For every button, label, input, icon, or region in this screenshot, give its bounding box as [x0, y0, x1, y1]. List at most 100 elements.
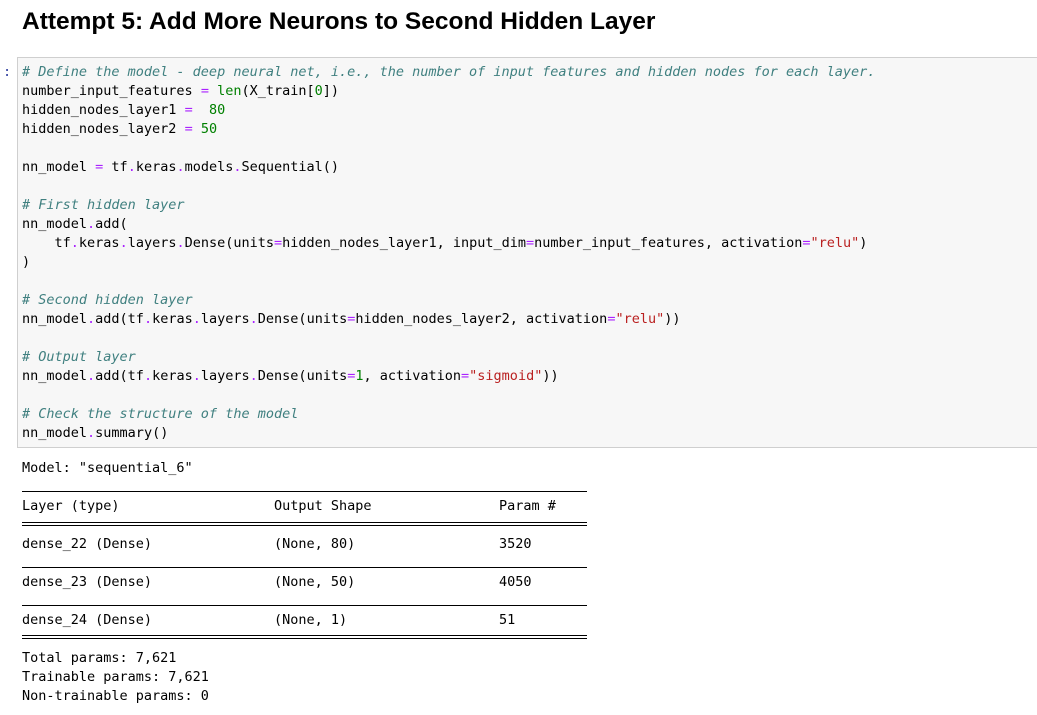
code-token: .: [249, 311, 258, 327]
code-line: ): [22, 253, 875, 272]
code-token: )): [542, 368, 559, 384]
code-token: number_input_features, activation: [534, 235, 803, 251]
code-token: ]): [322, 83, 340, 99]
code-token: .: [176, 235, 185, 251]
code-comment: # Second hidden layer: [22, 292, 193, 308]
header-layer-type: Layer (type): [22, 498, 120, 514]
code-token: .: [143, 368, 153, 384]
code-line: nn_model.add(: [22, 215, 875, 234]
row-separator: [22, 567, 587, 568]
code-token: number_input_features: [22, 83, 201, 99]
code-token: tf: [103, 159, 128, 175]
code-token: .: [192, 368, 201, 384]
code-token: Dense(units: [184, 235, 275, 251]
table-row-layer: dense_24 (Dense): [22, 612, 153, 628]
section-heading: Attempt 5: Add More Neurons to Second Hi…: [22, 8, 656, 35]
code-token: =: [200, 83, 209, 99]
code-editor[interactable]: # Define the model - deep neural net, i.…: [22, 63, 875, 443]
code-token: =: [802, 235, 811, 251]
code-token: .: [87, 425, 96, 441]
code-token: nn_model: [22, 425, 88, 441]
code-token: hidden_nodes_layer2: [22, 121, 185, 137]
code-line: nn_model.add(tf.keras.layers.Dense(units…: [22, 310, 875, 329]
code-token: Sequential(): [241, 159, 340, 175]
code-token: 0: [314, 83, 323, 99]
code-line: # First hidden layer: [22, 196, 875, 215]
code-token: .: [87, 311, 96, 327]
code-token: tf: [22, 235, 71, 251]
cell-prompt: :: [3, 64, 12, 80]
code-token: "sigmoid": [469, 368, 543, 384]
code-token: 80: [208, 102, 226, 118]
code-token: layers: [200, 368, 250, 384]
code-token: nn_model: [22, 311, 88, 327]
code-token: keras: [152, 368, 193, 384]
code-token: keras: [135, 159, 177, 175]
code-token: )): [664, 311, 681, 327]
non-trainable-params: Non-trainable params: 0: [22, 688, 209, 704]
code-token: summary(): [95, 425, 169, 441]
table-row-shape: (None, 1): [274, 612, 348, 628]
code-token: .: [249, 368, 258, 384]
model-name-line: Model: "sequential_6": [22, 460, 193, 476]
code-line: # Define the model - deep neural net, i.…: [22, 63, 875, 82]
code-token: =: [461, 368, 470, 384]
header-double-rule: [22, 522, 587, 526]
table-row-shape: (None, 50): [274, 574, 356, 590]
code-token: keras: [152, 311, 193, 327]
code-token: "relu": [615, 311, 665, 327]
code-token: .: [176, 159, 185, 175]
total-params: Total params: 7,621: [22, 650, 177, 666]
code-token: models: [184, 159, 234, 175]
code-token: (X_train[: [241, 83, 315, 99]
table-row-params: 4050: [499, 574, 532, 590]
code-line: hidden_nodes_layer1 = 80: [22, 101, 875, 120]
table-row-params: 3520: [499, 536, 532, 552]
trainable-params: Trainable params: 7,621: [22, 669, 209, 685]
code-token: nn_model: [22, 368, 88, 384]
code-token: nn_model: [22, 159, 96, 175]
code-token: ): [859, 235, 868, 251]
code-line: # Output layer: [22, 348, 875, 367]
code-line: nn_model.summary(): [22, 424, 875, 443]
code-line: nn_model.add(tf.keras.layers.Dense(units…: [22, 367, 875, 386]
code-line: # Second hidden layer: [22, 291, 875, 310]
code-token: , activation: [363, 368, 462, 384]
code-comment: # First hidden layer: [22, 197, 185, 213]
footer-double-rule: [22, 635, 587, 639]
header-param-count: Param #: [499, 498, 556, 514]
code-token: Dense(units: [257, 368, 348, 384]
code-token: .: [233, 159, 242, 175]
code-comment: # Output layer: [22, 349, 136, 365]
code-token: add(tf: [95, 311, 144, 327]
code-token: =: [526, 235, 535, 251]
code-line: tf.keras.layers.Dense(units=hidden_nodes…: [22, 234, 875, 253]
code-token: layers: [200, 311, 250, 327]
table-row-layer: dense_23 (Dense): [22, 574, 153, 590]
code-token: hidden_nodes_layer2, activation: [355, 311, 608, 327]
code-token: =: [184, 102, 193, 118]
code-token: Dense(units: [257, 311, 348, 327]
code-token: =: [274, 235, 283, 251]
code-comment: # Define the model - deep neural net, i.…: [22, 64, 876, 80]
code-token: "relu": [810, 235, 860, 251]
code-token: .: [127, 159, 136, 175]
code-token: .: [70, 235, 79, 251]
code-line: hidden_nodes_layer2 = 50: [22, 120, 875, 139]
table-row-params: 51: [499, 612, 516, 628]
code-comment: # Check the structure of the model: [22, 406, 299, 422]
code-token: hidden_nodes_layer1: [22, 102, 185, 118]
code-line: number_input_features = len(X_train[0]): [22, 82, 875, 101]
code-token: ): [22, 254, 31, 270]
code-token: .: [192, 311, 201, 327]
code-token: .: [87, 368, 96, 384]
table-row-shape: (None, 80): [274, 536, 356, 552]
code-token: add(tf: [95, 368, 144, 384]
